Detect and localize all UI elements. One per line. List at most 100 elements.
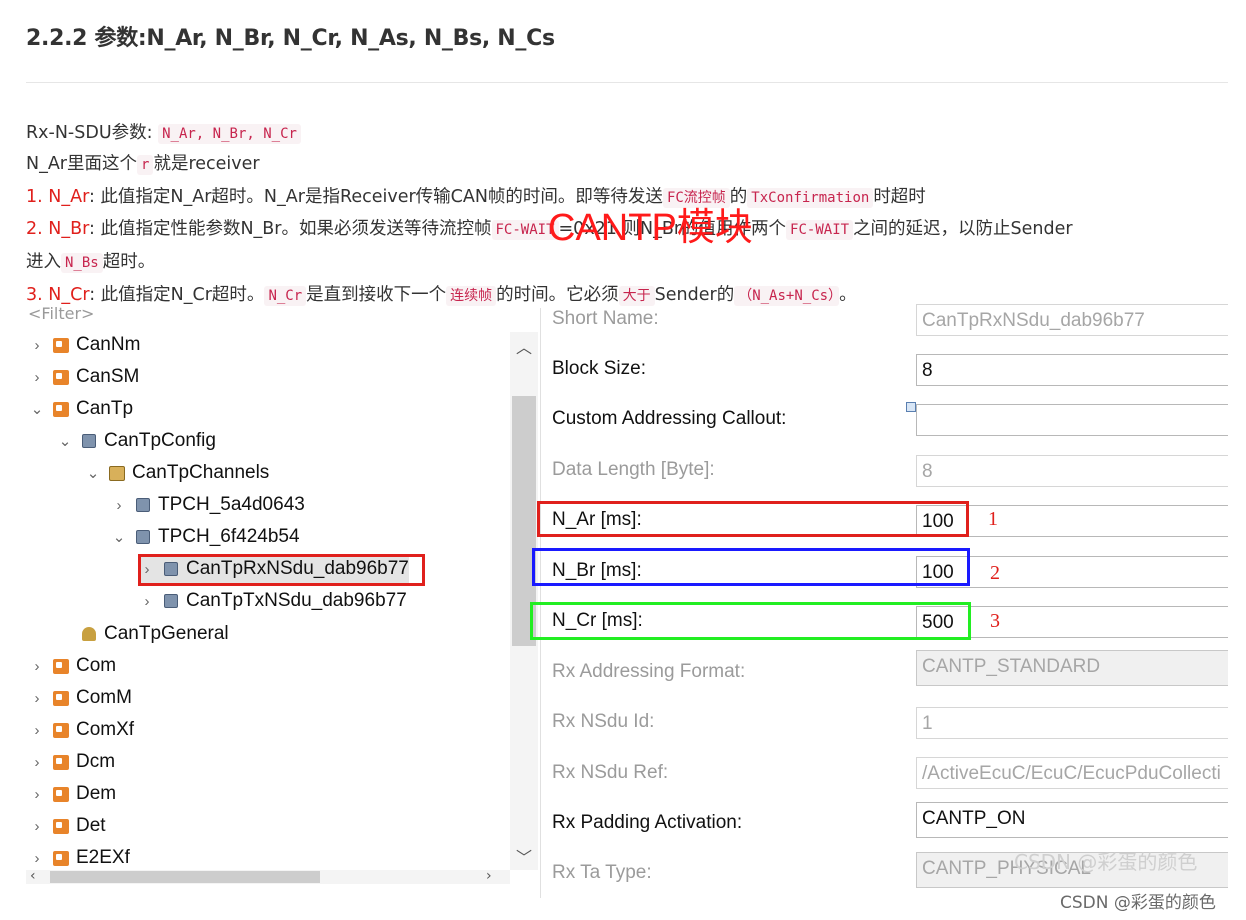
scroll-up-icon[interactable]: ︿: [516, 334, 532, 358]
tree-item-label: CanTpTxNSdu_dab96b77: [186, 590, 407, 611]
tree-item-label: CanTp: [76, 398, 134, 419]
line-n-bs: 进入 N_Bs 超时。: [26, 248, 155, 273]
tree-item-cantpchannels[interactable]: ⌄ CanTpChannels: [86, 459, 270, 487]
general-icon: [80, 625, 98, 643]
prop-label-rx-nsdu-id: Rx NSdu Id:: [552, 711, 655, 732]
chevron-right-icon[interactable]: ›: [30, 786, 44, 803]
tree-item-com[interactable]: › Com: [30, 652, 117, 680]
data-length-field: 8: [916, 455, 1228, 487]
code: r: [137, 155, 154, 175]
divider: [26, 82, 1228, 83]
tree-item-det[interactable]: › Det: [30, 812, 106, 840]
chevron-right-icon[interactable]: ›: [30, 754, 44, 771]
tree-item-label: ComM: [76, 687, 132, 708]
tree-item-label: CanTpGeneral: [104, 623, 229, 644]
chevron-down-icon[interactable]: ⌄: [86, 464, 100, 482]
highlight-box-tree: [138, 554, 425, 586]
rx-addressing-format-select: CANTP_STANDARD: [916, 650, 1228, 686]
watermark: CSDN @彩蛋的颜色: [1060, 893, 1216, 913]
tree-item-dem[interactable]: › Dem: [30, 780, 117, 808]
scroll-right-icon[interactable]: ›: [486, 868, 492, 884]
filter-input[interactable]: <Filter>: [28, 304, 94, 323]
tree-item-cantp[interactable]: ⌄ CanTp: [30, 395, 133, 423]
chevron-down-icon[interactable]: ⌄: [58, 432, 72, 450]
rx-nsdu-ref-field: /ActiveEcuC/EcuC/EcucPduCollecti: [916, 757, 1228, 789]
chevron-down-icon[interactable]: ⌄: [30, 400, 44, 418]
code: N_Cr: [264, 286, 307, 306]
tree-item-cantpconfig[interactable]: ⌄ CanTpConfig: [58, 427, 216, 455]
tree-item-label: ComXf: [76, 719, 135, 740]
code: 连续帧: [446, 286, 497, 306]
channels-icon: [108, 464, 126, 482]
container-icon: [80, 432, 98, 450]
code: TxConfirmation: [747, 188, 874, 208]
module-icon: [52, 785, 70, 803]
text: : 此值指定N_Cr超时。: [89, 285, 265, 305]
block-size-field[interactable]: 8: [916, 354, 1228, 386]
chevron-right-icon[interactable]: ›: [112, 497, 126, 514]
tree-item-dcm[interactable]: › Dcm: [30, 748, 116, 776]
container-icon: [134, 496, 152, 514]
code: FC-WAIT: [786, 220, 854, 240]
container-icon: [162, 592, 180, 610]
container-icon: [134, 528, 152, 546]
module-icon: [52, 753, 70, 771]
tree-item-label: Dem: [76, 783, 117, 804]
prop-label-data-length: Data Length [Byte]:: [552, 459, 715, 480]
tree-item-tpch-6f424b54[interactable]: ⌄ TPCH_6f424b54: [112, 523, 300, 551]
highlight-box-n-br: [532, 548, 970, 586]
text: : 此值指定性能参数N_Br。如果必须发送等待流控帧: [89, 219, 492, 239]
scroll-down-icon[interactable]: ﹀: [516, 844, 532, 868]
chevron-right-icon[interactable]: ›: [30, 818, 44, 835]
chevron-right-icon[interactable]: ›: [30, 722, 44, 739]
tree-item-label: TPCH_6f424b54: [158, 526, 300, 547]
module-icon: [52, 400, 70, 418]
module-icon: [52, 336, 70, 354]
prop-label-rx-addressing-format: Rx Addressing Format:: [552, 661, 746, 682]
code: N_Bs: [61, 253, 103, 273]
module-icon: [52, 657, 70, 675]
rx-padding-activation-select[interactable]: CANTP_ON: [916, 802, 1228, 838]
chevron-right-icon[interactable]: ›: [30, 658, 44, 675]
module-icon: [52, 689, 70, 707]
chevron-right-icon[interactable]: ›: [30, 337, 44, 354]
item-number: 2. N_Br: [26, 219, 89, 239]
tree-item-cannm[interactable]: › CanNm: [30, 331, 141, 359]
chevron-down-icon[interactable]: ⌄: [112, 528, 126, 546]
text: 的时间。它必须: [496, 285, 619, 305]
item-number: 3. N_Cr: [26, 285, 90, 305]
short-name-field: CanTpRxNSdu_dab96b77: [916, 304, 1228, 336]
section-heading: 2.2.2 参数:N_Ar, N_Br, N_Cr, N_As, N_Bs, N…: [26, 26, 555, 51]
annotation-3: 3: [990, 610, 1000, 632]
tree-hscroll-thumb[interactable]: [50, 871, 320, 883]
module-icon: [52, 721, 70, 739]
tree-item-label: CanTpConfig: [104, 430, 216, 451]
tree-item-comxf[interactable]: › ComXf: [30, 716, 135, 744]
annotation-1: 1: [988, 508, 998, 530]
text: N_Ar里面这个: [26, 154, 138, 174]
tree-item-tpch-5a4d0643[interactable]: › TPCH_5a4d0643: [112, 491, 305, 519]
line-rx-nsdu: Rx-N-SDU参数: N_Ar, N_Br, N_Cr: [26, 119, 301, 144]
chevron-right-icon[interactable]: ›: [30, 690, 44, 707]
module-icon: [52, 849, 70, 867]
chevron-right-icon[interactable]: ›: [30, 850, 44, 867]
tree-item-label: CanTpChannels: [132, 462, 270, 483]
text: Sender的: [654, 285, 735, 305]
tree-item-comm[interactable]: › ComM: [30, 684, 132, 712]
text: 之间的延迟，以防止Sender: [853, 219, 1073, 239]
custom-addressing-field[interactable]: [916, 404, 1228, 436]
text: 超时。: [102, 252, 156, 272]
tree-item-cantptxnsdu[interactable]: › CanTpTxNSdu_dab96b77: [140, 587, 407, 615]
prop-label-rx-padding-activation: Rx Padding Activation:: [552, 812, 743, 833]
rx-nsdu-id-field: 1: [916, 707, 1228, 739]
code: 大于: [618, 286, 655, 306]
tree-item-cantpgeneral[interactable]: CanTpGeneral: [58, 620, 229, 648]
chevron-right-icon[interactable]: ›: [30, 369, 44, 386]
tree-item-cansm[interactable]: › CanSM: [30, 363, 140, 391]
code: （N_As+N_Cs）: [734, 286, 840, 306]
chevron-right-icon[interactable]: ›: [140, 593, 154, 610]
tree-item-label: CanNm: [76, 334, 141, 355]
highlight-box-n-cr: [530, 602, 971, 640]
scroll-left-icon[interactable]: ‹: [30, 868, 36, 884]
tree-item-e2exf[interactable]: › E2EXf: [30, 844, 130, 872]
